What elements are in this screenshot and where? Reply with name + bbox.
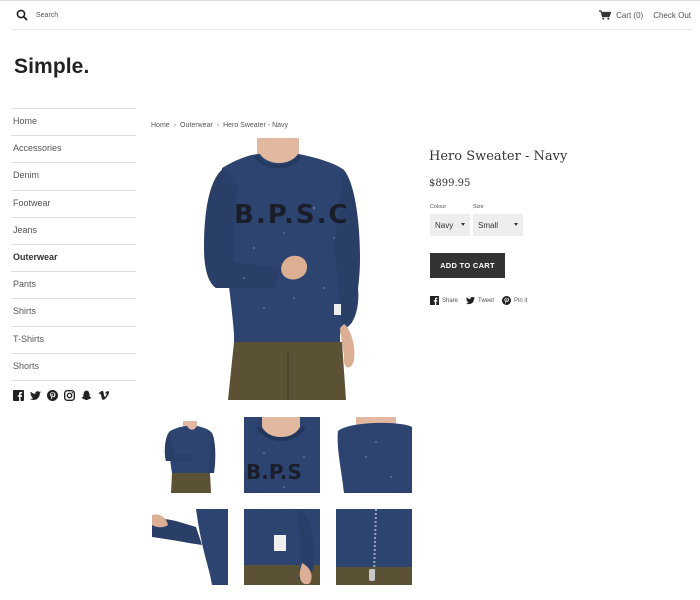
share-label: Share	[442, 297, 459, 304]
product-title: Hero Sweater - Navy	[429, 149, 568, 164]
checkout-link[interactable]: Check Out	[653, 11, 691, 20]
header-divider	[13, 29, 692, 30]
svg-text:B.P.S: B.P.S	[246, 460, 302, 484]
colour-select[interactable]: Navy	[430, 214, 470, 236]
product-thumbnail[interactable]	[244, 509, 320, 585]
search-icon[interactable]	[16, 9, 28, 21]
breadcrumb-home[interactable]: Home	[151, 122, 170, 129]
product-thumbnail[interactable]	[152, 509, 228, 585]
product-thumbnail[interactable]	[152, 417, 228, 493]
sidebar-item-accessories[interactable]: Accessories	[11, 136, 136, 164]
instagram-icon[interactable]	[63, 389, 76, 402]
social-links	[12, 389, 110, 402]
add-to-cart-button[interactable]: ADD TO CART	[430, 253, 505, 278]
sidebar-item-pants[interactable]: Pants	[11, 272, 136, 300]
twitter-icon[interactable]	[29, 389, 42, 402]
size-select[interactable]: Small	[473, 214, 523, 236]
search-field[interactable]: Search	[16, 9, 58, 21]
share-buttons: Share Tweet Pin it	[430, 296, 527, 305]
chevron-down-icon	[514, 223, 518, 226]
top-bar: Search Cart (0) Check Out	[0, 0, 700, 30]
facebook-icon[interactable]	[12, 389, 25, 402]
pin-it-label: Pin it	[514, 297, 528, 304]
sidebar-item-outerwear[interactable]: Outerwear	[11, 245, 136, 273]
cart-link[interactable]: Cart (0)	[599, 10, 643, 20]
search-input[interactable]: Search	[36, 12, 58, 19]
tweet-label: Tweet	[478, 297, 495, 304]
pinterest-icon	[502, 296, 512, 305]
size-label: Size	[473, 204, 484, 210]
breadcrumb-separator: ›	[173, 122, 177, 129]
cart-label: Cart (0)	[616, 10, 644, 20]
colour-select-value: Navy	[435, 220, 454, 230]
facebook-icon	[430, 296, 439, 305]
colour-label: Colour	[430, 204, 447, 210]
svg-text:B.P.S.C: B.P.S.C	[234, 200, 350, 230]
sidebar-item-t-shirts[interactable]: T-Shirts	[11, 327, 136, 354]
product-price: $899.95	[429, 178, 471, 189]
breadcrumb: Home › Outerwear › Hero Sweater - Navy	[151, 122, 288, 129]
snapchat-icon[interactable]	[80, 389, 93, 402]
sidebar-item-shorts[interactable]: Shorts	[11, 354, 136, 381]
product-thumbnail[interactable]	[336, 509, 412, 585]
twitter-icon	[466, 296, 476, 305]
share-facebook-button[interactable]: Share	[430, 296, 458, 305]
pinterest-icon[interactable]	[46, 389, 59, 402]
chevron-down-icon	[461, 223, 465, 226]
vimeo-icon[interactable]	[97, 389, 110, 402]
pin-it-button[interactable]: Pin it	[502, 296, 527, 305]
product-thumbnail[interactable]: B.P.S	[244, 417, 320, 493]
sidebar-item-denim[interactable]: Denim	[11, 163, 136, 191]
sidebar-item-jeans[interactable]: Jeans	[11, 218, 136, 245]
sidebar-nav: Home Accessories Denim Footwear Jeans Ou…	[11, 108, 136, 381]
tweet-button[interactable]: Tweet	[466, 296, 494, 305]
sidebar-item-home[interactable]: Home	[11, 109, 136, 137]
cart-icon	[599, 10, 612, 20]
sidebar-item-shirts[interactable]: Shirts	[11, 299, 136, 327]
product-main-image[interactable]: B.P.S.C	[194, 138, 376, 400]
breadcrumb-separator: ›	[216, 122, 220, 129]
product-thumbnail[interactable]	[336, 417, 412, 493]
sidebar-item-footwear[interactable]: Footwear	[11, 191, 136, 218]
site-logo[interactable]: Simple.	[14, 55, 89, 79]
breadcrumb-category[interactable]: Outerwear	[180, 122, 213, 129]
size-select-value: Small	[478, 220, 499, 230]
breadcrumb-current: Hero Sweater - Navy	[223, 122, 289, 129]
